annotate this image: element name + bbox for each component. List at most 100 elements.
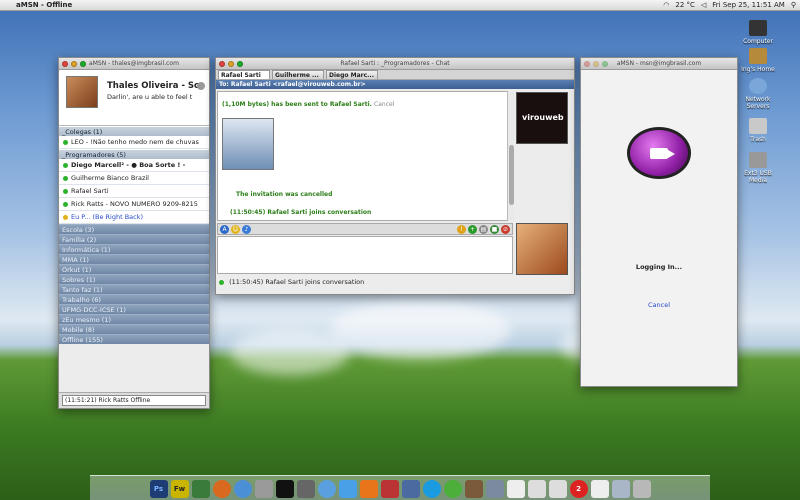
wifi-icon[interactable]: ◠ [663,1,669,9]
contact-item[interactable]: Eu P... (Be Right Back) [59,211,209,224]
desktop-icon-label: Computer [743,38,773,45]
amsn-icon[interactable] [191,480,210,498]
contact-item[interactable]: Rick Ratts - NOVO NUMERO 9209-8215 [59,198,209,211]
mail-icon[interactable] [254,480,273,498]
document-icon[interactable] [527,480,546,498]
minimize-button[interactable] [593,60,599,67]
zoom-button[interactable] [602,60,608,67]
smiley-icon[interactable]: ☺ [231,224,240,234]
document-icon[interactable] [590,480,609,498]
itunes-icon[interactable] [317,480,336,498]
close-button[interactable] [62,60,68,67]
trash-icon[interactable] [632,480,651,498]
desktop-icon-home[interactable]: Ing's Home [736,48,780,73]
contact-item[interactable]: Rafael Sarti [59,185,209,198]
calculator-icon[interactable] [296,480,315,498]
tab-rafael[interactable]: Rafael Sarti [218,70,270,79]
group-collapsed[interactable]: Informática (1) [59,244,209,254]
group-collapsed[interactable]: Mobile (8) [59,324,209,334]
preview-icon[interactable] [464,480,483,498]
send-file-icon[interactable]: ▤ [479,224,488,234]
firefox-icon[interactable] [212,480,231,498]
group-collapsed[interactable]: Orkut (1) [59,264,209,274]
close-button[interactable] [219,60,225,67]
volume-icon[interactable]: ◁ [701,1,706,9]
photo-icon[interactable] [380,480,399,498]
tab-diego[interactable]: Diego Marc... [326,70,378,79]
font-icon[interactable]: A [220,224,229,234]
group-collapsed[interactable]: Sobres (1) [59,274,209,284]
scrollbar-thumb[interactable] [509,145,514,205]
app-name[interactable]: aMSN - Offline [16,1,72,9]
conversation-area[interactable]: (1,10M bytes) has been sent to Rafael Sa… [217,91,513,221]
group-collapsed[interactable]: zEu mesmo (1) [59,314,209,324]
my-display-picture[interactable] [516,223,568,275]
iphoto-icon[interactable] [401,480,420,498]
status-select[interactable]: (11:51:21) Rick Ratts Offline [62,395,206,406]
cancel-link[interactable]: Cancel [581,301,737,309]
file-thumbnail[interactable] [222,118,274,170]
minimize-button[interactable] [71,60,77,67]
zoom-button[interactable] [237,60,243,67]
terminal-icon[interactable] [275,480,294,498]
usb-drive-icon [749,152,767,168]
invite-icon[interactable]: + [468,224,477,234]
photoshop-icon[interactable]: Ps [149,480,168,498]
safari-icon[interactable] [233,480,252,498]
block-icon[interactable]: ⊘ [501,224,510,234]
group-collapsed[interactable]: Offline (155) [59,334,209,344]
document-icon[interactable] [506,480,525,498]
contact-item[interactable]: Diego Marcell² - ● Boa Sorte ! - [59,159,209,172]
utorrent-icon[interactable] [443,480,462,498]
group-colegas[interactable]: _Colegas (1) [59,126,209,136]
contact-label: Rafael Sarti [71,187,109,195]
group-collapsed[interactable]: Tanto faz (1) [59,284,209,294]
desktop-icon-trash[interactable]: Trash [736,118,780,143]
group-programadores[interactable]: _Programadores (5) [59,149,209,159]
transfer-cancel-link[interactable]: Cancel [374,101,394,108]
desktop-icon-computer[interactable]: Computer [736,20,780,45]
zoom-button[interactable] [80,60,86,67]
badge-icon[interactable]: 2 [569,480,588,498]
user-name[interactable]: Thales Oliveira - Sc [107,81,203,91]
contact-list-titlebar[interactable]: aMSN - thales@imgbrasil.com [59,58,209,70]
group-collapsed[interactable]: Trabalho (6) [59,294,209,304]
menubar: aMSN - Offline ◠ 22 °C ◁ Fri Sep 25, 11:… [0,0,800,11]
group-collapsed[interactable]: MMA (1) [59,254,209,264]
system-preferences-icon[interactable] [485,480,504,498]
desktop-icon-usb[interactable]: Ext3 USB Media [736,152,780,184]
temperature: 22 °C [675,1,695,9]
minimize-button[interactable] [228,60,234,67]
spotlight-icon[interactable]: ⚲ [791,1,796,9]
chat-titlebar[interactable]: Rafael Sarti : _Programadores - Chat [216,58,574,70]
avatar[interactable] [66,76,98,108]
contact-item[interactable]: LEO - !Não tenho medo nem de chuvas [59,136,209,149]
finder-icon[interactable] [338,480,357,498]
folder-icon[interactable] [611,480,630,498]
group-collapsed[interactable]: Família (2) [59,234,209,244]
conversation-scrollbar[interactable] [507,91,514,221]
desktop-icon-network[interactable]: Network Servers [736,78,780,110]
nudge-icon[interactable]: ! [457,224,466,234]
document-icon[interactable] [548,480,567,498]
contact-item[interactable]: Guilherme Bianco Brazil [59,172,209,185]
group-collapsed[interactable]: UFMG-DCC-ICSE (1) [59,304,209,314]
personal-message[interactable]: Darlin', are u able to feel t [107,93,203,101]
message-input[interactable] [217,236,513,274]
webcam-icon[interactable]: ■ [490,224,499,234]
voice-clip-icon[interactable]: ♪ [242,224,251,234]
tab-guilherme[interactable]: Guilherme ... [272,70,324,79]
contact-display-picture[interactable]: virouweb [516,92,568,144]
display-picture-logo: virouweb [522,113,564,122]
vlc-icon[interactable] [359,480,378,498]
group-collapsed[interactable]: Escola (3) [59,224,209,234]
online-status-icon [63,175,68,181]
fireworks-icon[interactable]: Fw [170,480,189,498]
video-titlebar[interactable]: aMSN - msn@imgbrasil.com [581,58,737,70]
options-icon[interactable] [197,82,205,90]
clock[interactable]: Fri Sep 25, 11:51 AM [712,1,785,9]
computer-icon [749,20,767,36]
close-button[interactable] [584,60,590,67]
contact-list-window: aMSN - thales@imgbrasil.com Thales Olive… [58,57,210,409]
skype-icon[interactable] [422,480,441,498]
